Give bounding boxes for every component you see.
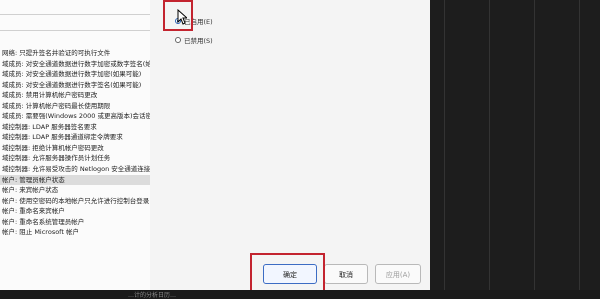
policy-item[interactable]: 域成员: 对安全通道数据进行数字签名(如果可能) (0, 80, 150, 91)
policy-item[interactable]: 域成员: 需要强(Windows 2000 或更高版本)会话密钥 (0, 111, 150, 122)
policy-item[interactable]: 帐户: 重命名来宾帐户 (0, 206, 150, 217)
policy-item[interactable]: 帐户: 来宾帐户状态 (0, 185, 150, 196)
bottom-partial-text: …计的分析日历… (128, 292, 177, 299)
policy-item[interactable]: 帐户: 使用空密码的本地帐户只允许进行控制台登录 (0, 196, 150, 207)
policy-item[interactable]: 帐户: 重命名系统管理员帐户 (0, 217, 150, 228)
divider (579, 0, 580, 290)
policy-list-panel: 网络: 只提升签名并验证的可执行文件 域成员: 对安全通道数据进行数字加密或数字… (0, 0, 150, 290)
policy-item-selected[interactable]: 帐户: 管理员帐户状态 (0, 174, 150, 186)
policy-list: 网络: 只提升签名并验证的可执行文件 域成员: 对安全通道数据进行数字加密或数字… (0, 48, 150, 238)
apply-button[interactable]: 应用(A) (375, 264, 421, 284)
policy-item[interactable]: 域控制器: LDAP 服务器通道绑定令牌要求 (0, 132, 150, 143)
policy-item[interactable]: 域控制器: 拒绝计算机帐户密码更改 (0, 143, 150, 154)
policy-item[interactable]: 网络: 只提升签名并验证的可执行文件 (0, 48, 150, 59)
divider (444, 0, 445, 290)
policy-item[interactable]: 域成员: 对安全通道数据进行数字加密(如果可能) (0, 69, 150, 80)
mouse-pointer-icon (177, 9, 187, 25)
radio-disabled-control[interactable] (175, 37, 181, 43)
divider (534, 0, 535, 290)
bottom-bar (0, 290, 600, 299)
header-divider (0, 14, 150, 15)
policy-item[interactable]: 域控制器: 允许易受攻击的 Netlogon 安全通道连接 (0, 164, 150, 175)
policy-item[interactable]: 帐户: 阻止 Microsoft 帐户 (0, 227, 150, 238)
policy-item[interactable]: 域成员: 对安全通道数据进行数字加密或数字签名(始终) (0, 59, 150, 70)
header-divider (0, 30, 150, 31)
cancel-button[interactable]: 取消 (324, 264, 368, 284)
policy-item[interactable]: 域控制器: LDAP 服务器签名要求 (0, 122, 150, 133)
radio-disabled[interactable]: 已禁用(S) (175, 35, 213, 45)
policy-item[interactable]: 域成员: 禁用计算机帐户密码更改 (0, 90, 150, 101)
policy-item[interactable]: 域控制器: 允许服务器操作员计划任务 (0, 153, 150, 164)
radio-disabled-label: 已禁用(S) (184, 37, 213, 45)
divider (489, 0, 490, 290)
right-dark-area (430, 0, 600, 290)
policy-item[interactable]: 域成员: 计算机帐户密码最长使用期限 (0, 101, 150, 112)
